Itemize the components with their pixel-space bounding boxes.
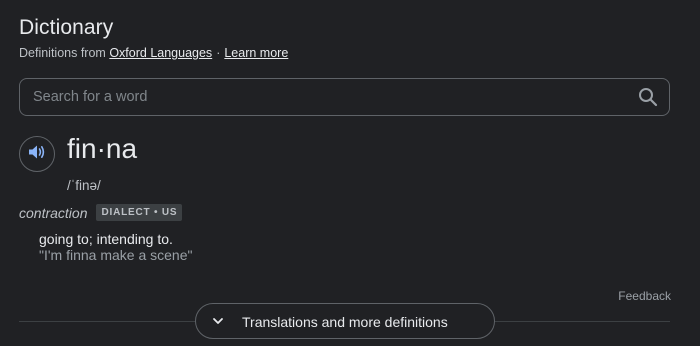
pronunciation: /ˈfinə/ (67, 178, 101, 193)
separator: · (216, 46, 221, 60)
source-line: Definitions from Oxford Languages · Learn … (19, 46, 288, 60)
chevron-down-icon (211, 314, 225, 328)
oxford-languages-link[interactable]: Oxford Languages (109, 46, 212, 60)
search-input[interactable] (33, 79, 623, 115)
example-sentence: "I'm finna make a scene" (39, 247, 193, 263)
pronounce-button[interactable] (19, 136, 55, 172)
translations-more-button[interactable]: Translations and more definitions (195, 303, 495, 339)
search-icon[interactable] (638, 87, 658, 107)
part-of-speech-row: contraction DIALECT • US (19, 204, 183, 221)
source-prefix: Definitions from (19, 46, 106, 60)
translations-more-label: Translations and more definitions (242, 314, 448, 330)
feedback-link[interactable]: Feedback (618, 289, 671, 303)
search-box (19, 78, 670, 116)
part-of-speech: contraction (19, 204, 88, 221)
page-title: Dictionary (19, 16, 114, 39)
headword: fin·na (67, 133, 138, 164)
learn-more-link[interactable]: Learn more (224, 46, 288, 60)
speaker-icon (28, 144, 46, 165)
dictionary-panel: Dictionary Definitions from Oxford Langu… (0, 0, 700, 346)
definition-text: going to; intending to. (39, 231, 173, 247)
dialect-badge: DIALECT • US (96, 204, 183, 221)
